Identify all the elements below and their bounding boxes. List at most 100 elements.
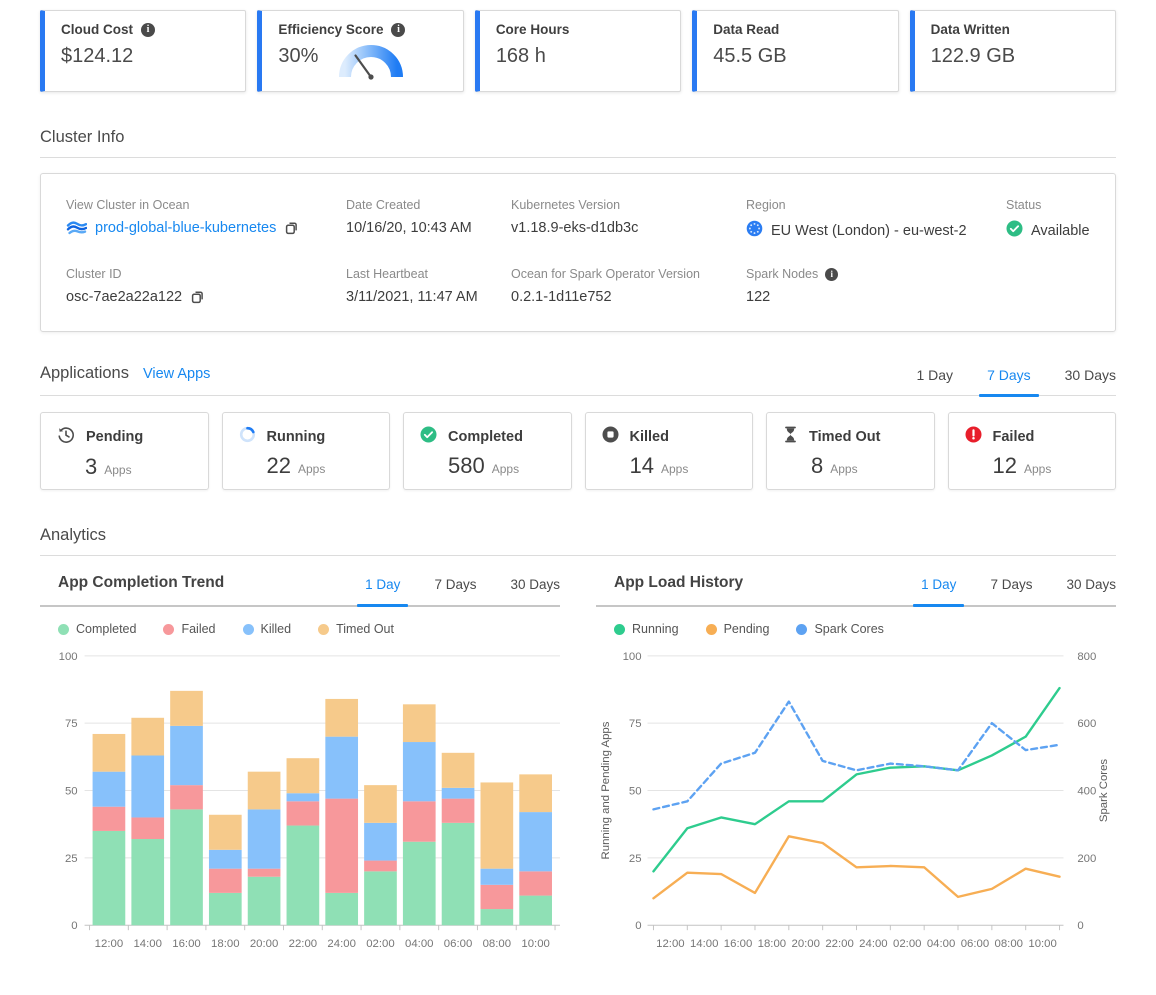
svg-text:18:00: 18:00: [758, 938, 786, 950]
cluster-link[interactable]: prod-global-blue-kubernetes: [95, 220, 276, 236]
svg-text:04:00: 04:00: [927, 938, 955, 950]
legend-item[interactable]: Pending: [705, 622, 770, 636]
metric-card-data-read: Data Read 45.5 GB: [692, 10, 899, 92]
legend-item[interactable]: Spark Cores: [796, 622, 884, 636]
metric-card-efficiency-score: Efficiency Score 30%: [257, 10, 464, 92]
tab-1-day[interactable]: 1 Day: [916, 367, 953, 395]
metric-cards-row: Cloud Cost $124.12 Efficiency Score 30%: [40, 10, 1117, 92]
svg-text:400: 400: [1077, 785, 1096, 797]
svg-text:14:00: 14:00: [133, 938, 161, 950]
legend-dot: [705, 623, 717, 635]
status-badge: Available: [1031, 222, 1090, 239]
app-card-killed: Killed 14 Apps: [584, 412, 753, 490]
legend-item[interactable]: Timed Out: [318, 622, 394, 636]
legend-dot: [318, 623, 330, 635]
tab-30-days[interactable]: 30 Days: [1065, 367, 1116, 395]
tab-7-days[interactable]: 7 Days: [990, 577, 1032, 605]
svg-text:10:00: 10:00: [521, 938, 549, 950]
legend-item[interactable]: Completed: [58, 622, 136, 636]
legend-item[interactable]: Running: [614, 622, 679, 636]
svg-text:14:00: 14:00: [690, 938, 718, 950]
svg-text:25: 25: [629, 853, 642, 865]
app-count: 22: [266, 453, 291, 478]
info-icon[interactable]: [141, 22, 155, 37]
legend-item[interactable]: Killed: [242, 622, 292, 636]
app-count: 3: [85, 454, 98, 479]
app-count: 580: [448, 453, 485, 478]
legend-dot: [796, 623, 808, 635]
tab-1-day[interactable]: 1 Day: [357, 577, 409, 607]
tab-30-days[interactable]: 30 Days: [510, 577, 560, 605]
info-icon[interactable]: [391, 22, 406, 37]
svg-text:18:00: 18:00: [211, 938, 239, 950]
svg-text:06:00: 06:00: [961, 938, 989, 950]
applications-period-tabs: 1 Day 7 Days 30 Days: [916, 367, 1116, 397]
svg-text:0: 0: [635, 920, 641, 932]
metric-card-cloud-cost: Cloud Cost $124.12: [40, 10, 247, 92]
tab-7-days[interactable]: 7 Days: [434, 577, 476, 605]
svg-text:22:00: 22:00: [289, 938, 317, 950]
load-history-legend: Running Pending Spark Cores: [614, 622, 1116, 636]
metric-label: Core Hours: [495, 22, 570, 37]
svg-text:20:00: 20:00: [250, 938, 278, 950]
svg-text:08:00: 08:00: [995, 938, 1023, 950]
copy-icon[interactable]: [190, 289, 205, 305]
status-available-icon: [1006, 220, 1023, 241]
field-cluster-id: Cluster ID osc-7ae2a22a122: [66, 267, 346, 305]
svg-text:600: 600: [1077, 718, 1096, 730]
svg-text:24:00: 24:00: [327, 938, 355, 950]
metric-value: 168 h: [495, 45, 546, 67]
app-load-history-panel: App Load History 1 Day 7 Days 30 Days Ru…: [596, 574, 1116, 965]
svg-text:75: 75: [65, 718, 78, 730]
legend-label: Spark Cores: [814, 622, 884, 636]
completion-trend-legend: Completed Failed Killed Timed Out: [58, 622, 560, 636]
efficiency-gauge: [334, 39, 414, 88]
field-last-heartbeat: Last Heartbeat 3/11/2021, 11:47 AM: [346, 267, 478, 305]
app-completion-trend-chart: 0 25 50 75 100 12:00 14:00 16:00 18:00 20:00 22:00…: [59, 651, 560, 950]
svg-text:25: 25: [65, 853, 78, 865]
gauge-needle: [354, 54, 373, 79]
svg-text:Running and Pending Apps: Running and Pending Apps: [600, 721, 612, 859]
legend-label: Killed: [260, 622, 292, 636]
field-spark-nodes: Spark Nodes 122: [746, 267, 1006, 305]
svg-text:Spark Cores: Spark Cores: [1098, 759, 1110, 823]
info-icon[interactable]: [825, 267, 839, 281]
svg-text:02:00: 02:00: [893, 938, 921, 950]
legend-dot: [58, 623, 69, 635]
legend-label: Failed: [181, 622, 216, 636]
tab-7-days[interactable]: 7 Days: [979, 367, 1039, 397]
app-card-pending: Pending 3 Apps: [40, 412, 209, 490]
metric-value: $124.12: [61, 45, 134, 67]
svg-text:100: 100: [59, 651, 78, 663]
legend-label: Pending: [723, 622, 770, 636]
metric-label: Cloud Cost: [61, 22, 133, 37]
legend-item[interactable]: Failed: [163, 622, 216, 636]
svg-text:02:00: 02:00: [366, 938, 394, 950]
app-card-completed: Completed 580 Apps: [403, 412, 572, 490]
view-apps-link[interactable]: View Apps: [143, 366, 210, 395]
svg-text:50: 50: [65, 785, 78, 797]
app-load-history-chart: 0 0 25 200 50 400 75 600 100 800 12:00 14:00 16:00 18…: [600, 651, 1110, 950]
svg-text:200: 200: [1077, 853, 1096, 865]
field-view-cluster: View Cluster in Ocean prod-global-blue-k…: [66, 198, 346, 241]
svg-text:75: 75: [629, 718, 642, 730]
legend-dot: [163, 623, 175, 635]
completion-trend-tabs: 1 Day 7 Days 30 Days: [357, 577, 560, 607]
metric-value: 30%: [278, 45, 319, 67]
applications-heading: Applications: [40, 364, 129, 382]
load-history-tabs: 1 Day 7 Days 30 Days: [913, 577, 1116, 607]
svg-text:10:00: 10:00: [1028, 938, 1056, 950]
svg-text:12:00: 12:00: [656, 938, 684, 950]
copy-icon[interactable]: [284, 220, 299, 236]
applications-header: Applications View Apps 1 Day 7 Days 30 D…: [40, 364, 1116, 397]
svg-text:800: 800: [1077, 651, 1096, 663]
field-region: Region EU West (London) - eu-west-2: [746, 198, 1006, 241]
svg-text:20:00: 20:00: [792, 938, 820, 950]
app-card-running: Running 22 Apps: [221, 412, 390, 490]
svg-text:06:00: 06:00: [444, 938, 472, 950]
tab-1-day[interactable]: 1 Day: [913, 577, 965, 607]
pending-icon: [57, 426, 75, 448]
tab-30-days[interactable]: 30 Days: [1066, 577, 1116, 605]
metric-label: Efficiency Score: [278, 22, 384, 37]
running-spinner-icon: [239, 426, 256, 447]
